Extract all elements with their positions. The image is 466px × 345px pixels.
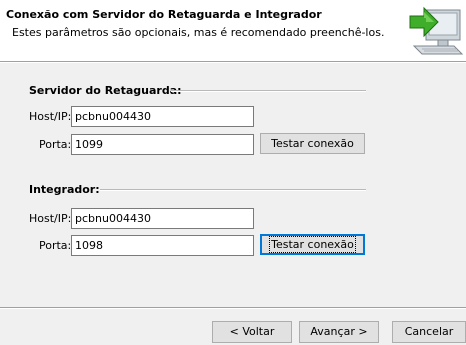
- integrador-port-input[interactable]: 1098: [71, 235, 254, 256]
- wizard-header: Conexão com Servidor do Retaguarda e Int…: [0, 0, 466, 61]
- cancel-button-label: Cancelar: [404, 325, 454, 338]
- footer-divider: [0, 307, 466, 309]
- retaguarda-host-label: Host/IP:: [29, 110, 72, 123]
- back-button[interactable]: < Voltar: [212, 321, 292, 343]
- cancel-button[interactable]: Cancelar: [392, 321, 466, 343]
- header-divider: [0, 61, 466, 63]
- integrador-test-connection-button[interactable]: Testar conexão: [260, 234, 365, 255]
- integrador-port-label: Porta:: [39, 239, 72, 252]
- next-button[interactable]: Avançar >: [299, 321, 379, 343]
- back-button-label: < Voltar: [229, 325, 275, 338]
- retaguarda-test-connection-button[interactable]: Testar conexão: [260, 133, 365, 154]
- next-button-label: Avançar >: [310, 325, 368, 338]
- integrador-test-connection-label: Testar conexão: [269, 236, 356, 253]
- page-subtitle: Estes parâmetros são opcionais, mas é re…: [12, 26, 385, 39]
- integrador-host-input[interactable]: pcbnu004430: [71, 208, 254, 229]
- retaguarda-section-title: Servidor do Retaguarda:: [29, 84, 182, 97]
- retaguarda-port-label: Porta:: [39, 138, 72, 151]
- integrador-section-divider: [100, 189, 366, 191]
- page-title: Conexão com Servidor do Retaguarda e Int…: [6, 8, 322, 21]
- integrador-section-title: Integrador:: [29, 183, 100, 196]
- retaguarda-host-input[interactable]: pcbnu004430: [71, 106, 254, 127]
- retaguarda-port-input[interactable]: 1099: [71, 134, 254, 155]
- integrador-host-label: Host/IP:: [29, 212, 72, 225]
- retaguarda-test-connection-label: Testar conexão: [271, 137, 354, 150]
- retaguarda-section-divider: [171, 90, 366, 92]
- computer-network-arrow-icon: [404, 2, 466, 59]
